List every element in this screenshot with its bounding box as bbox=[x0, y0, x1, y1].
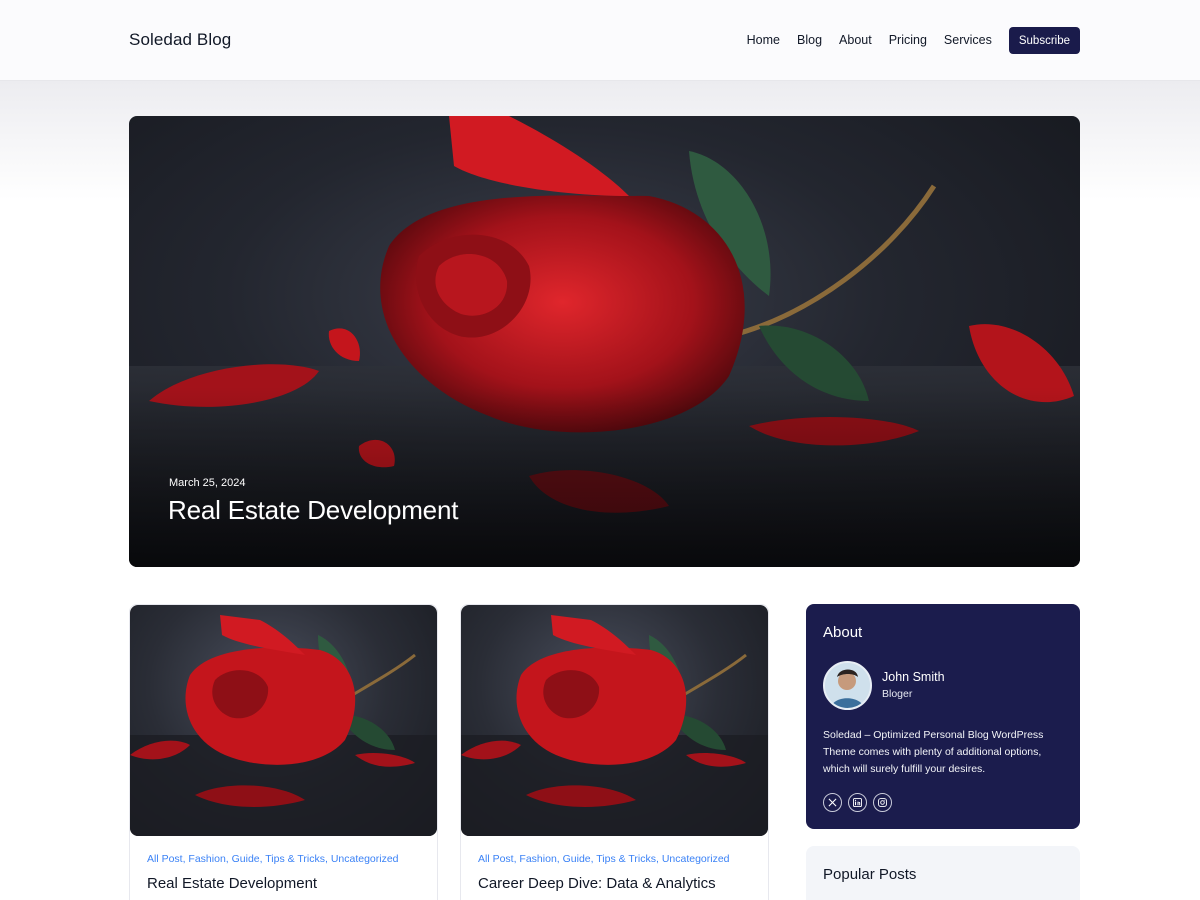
nav-pricing[interactable]: Pricing bbox=[889, 27, 927, 54]
popular-posts-heading: Popular Posts bbox=[823, 866, 917, 883]
nav-services[interactable]: Services bbox=[944, 27, 992, 54]
popular-posts-widget: Popular Posts bbox=[806, 846, 1080, 900]
subscribe-button[interactable]: Subscribe bbox=[1008, 27, 1080, 54]
social-links bbox=[823, 793, 892, 812]
hero-post-title[interactable]: Real Estate Development bbox=[168, 495, 458, 526]
main-nav: Home Blog About Pricing Services Subscri… bbox=[747, 27, 1080, 54]
post-card[interactable]: All Post, Fashion, Guide, Tips & Tricks,… bbox=[460, 604, 769, 900]
post-categories[interactable]: All Post, Fashion, Guide, Tips & Tricks,… bbox=[478, 853, 730, 865]
hero-overlay bbox=[129, 387, 1080, 567]
hero-post-date: March 25, 2024 bbox=[169, 477, 246, 489]
post-title[interactable]: Career Deep Dive: Data & Analytics bbox=[478, 875, 716, 892]
post-title[interactable]: Real Estate Development bbox=[147, 875, 317, 892]
author-role: Bloger bbox=[882, 688, 913, 700]
avatar bbox=[823, 661, 872, 710]
instagram-icon[interactable] bbox=[873, 793, 892, 812]
author-photo bbox=[825, 663, 870, 708]
featured-post-hero[interactable]: March 25, 2024 Real Estate Development bbox=[129, 116, 1080, 567]
about-heading: About bbox=[823, 624, 863, 641]
linkedin-icon[interactable] bbox=[848, 793, 867, 812]
nav-blog[interactable]: Blog bbox=[797, 27, 822, 54]
about-widget: About John Smith Bloger Soledad – Optimi… bbox=[806, 604, 1080, 829]
post-thumbnail[interactable] bbox=[461, 605, 768, 836]
x-icon[interactable] bbox=[823, 793, 842, 812]
rose-image bbox=[130, 615, 437, 836]
rose-image bbox=[461, 615, 768, 836]
nav-home[interactable]: Home bbox=[747, 27, 780, 54]
post-categories[interactable]: All Post, Fashion, Guide, Tips & Tricks,… bbox=[147, 853, 399, 865]
nav-about[interactable]: About bbox=[839, 27, 872, 54]
about-description: Soledad – Optimized Personal Blog WordPr… bbox=[823, 729, 1044, 775]
post-card[interactable]: All Post, Fashion, Guide, Tips & Tricks,… bbox=[129, 604, 438, 900]
site-logo[interactable]: Soledad Blog bbox=[129, 30, 231, 50]
site-header: Soledad Blog Home Blog About Pricing Ser… bbox=[0, 0, 1200, 80]
author-name: John Smith bbox=[882, 670, 945, 684]
post-thumbnail[interactable] bbox=[130, 605, 437, 836]
